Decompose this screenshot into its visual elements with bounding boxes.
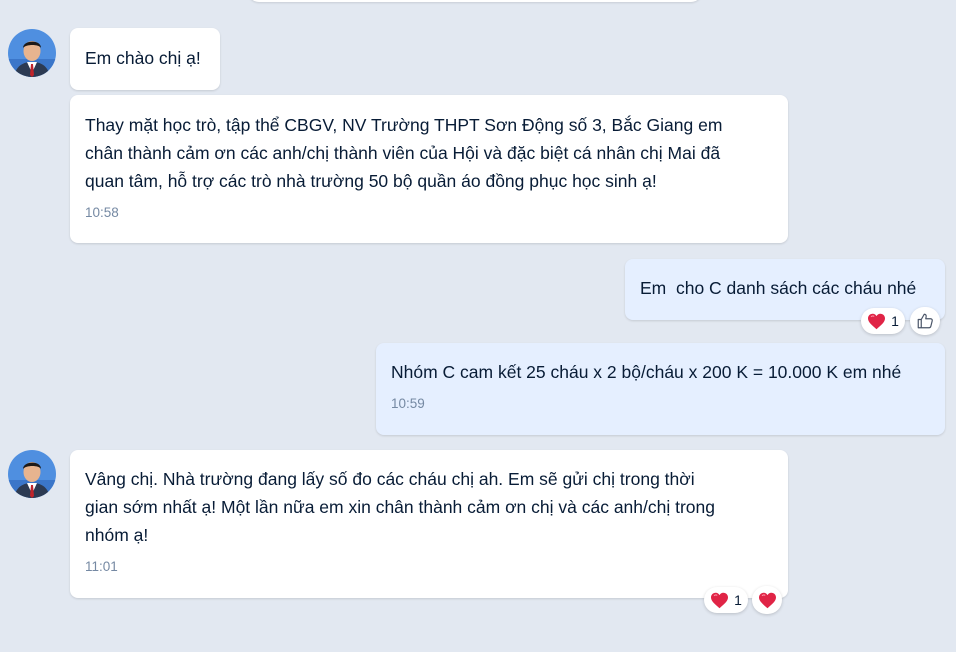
message-bubble[interactable]: Vâng chị. Nhà trường đang lấy số đo các … [70, 450, 788, 598]
message-timestamp: 10:58 [85, 205, 119, 220]
message-bubble[interactable]: Em chào chị ạ! [70, 28, 220, 90]
sender-avatar[interactable] [8, 29, 56, 77]
message-text: Vâng chị. Nhà trường đang lấy số đo các … [85, 469, 715, 545]
message-bubble[interactable]: Thay mặt học trò, tập thể CBGV, NV Trườn… [70, 95, 788, 243]
message-text: Em cho C danh sách các cháu nhé [640, 278, 917, 298]
like-button[interactable] [910, 307, 940, 335]
heart-icon [868, 313, 886, 329]
reaction-count: 1 [734, 592, 742, 608]
message-timestamp: 11:01 [85, 559, 118, 574]
message-text: Nhóm C cam kết 25 cháu x 2 bộ/cháu x 200… [391, 362, 902, 382]
heart-icon [758, 592, 776, 608]
person-avatar-icon [8, 29, 56, 77]
message-timestamp: 10:59 [391, 396, 425, 411]
my-message-bubble[interactable]: Nhóm C cam kết 25 cháu x 2 bộ/cháu x 200… [376, 343, 945, 435]
react-heart-button[interactable] [752, 586, 782, 614]
reaction-badge[interactable]: 1 [704, 587, 748, 613]
reaction-count: 1 [891, 313, 899, 329]
reaction-badge[interactable]: 1 [861, 308, 905, 334]
heart-icon [711, 592, 729, 608]
thumbs-up-icon [917, 313, 933, 329]
message-text: Em chào chị ạ! [85, 48, 201, 68]
date-separator-pill [248, 0, 702, 2]
message-text: Thay mặt học trò, tập thể CBGV, NV Trườn… [85, 115, 723, 191]
person-avatar-icon [8, 450, 56, 498]
sender-avatar[interactable] [8, 450, 56, 498]
